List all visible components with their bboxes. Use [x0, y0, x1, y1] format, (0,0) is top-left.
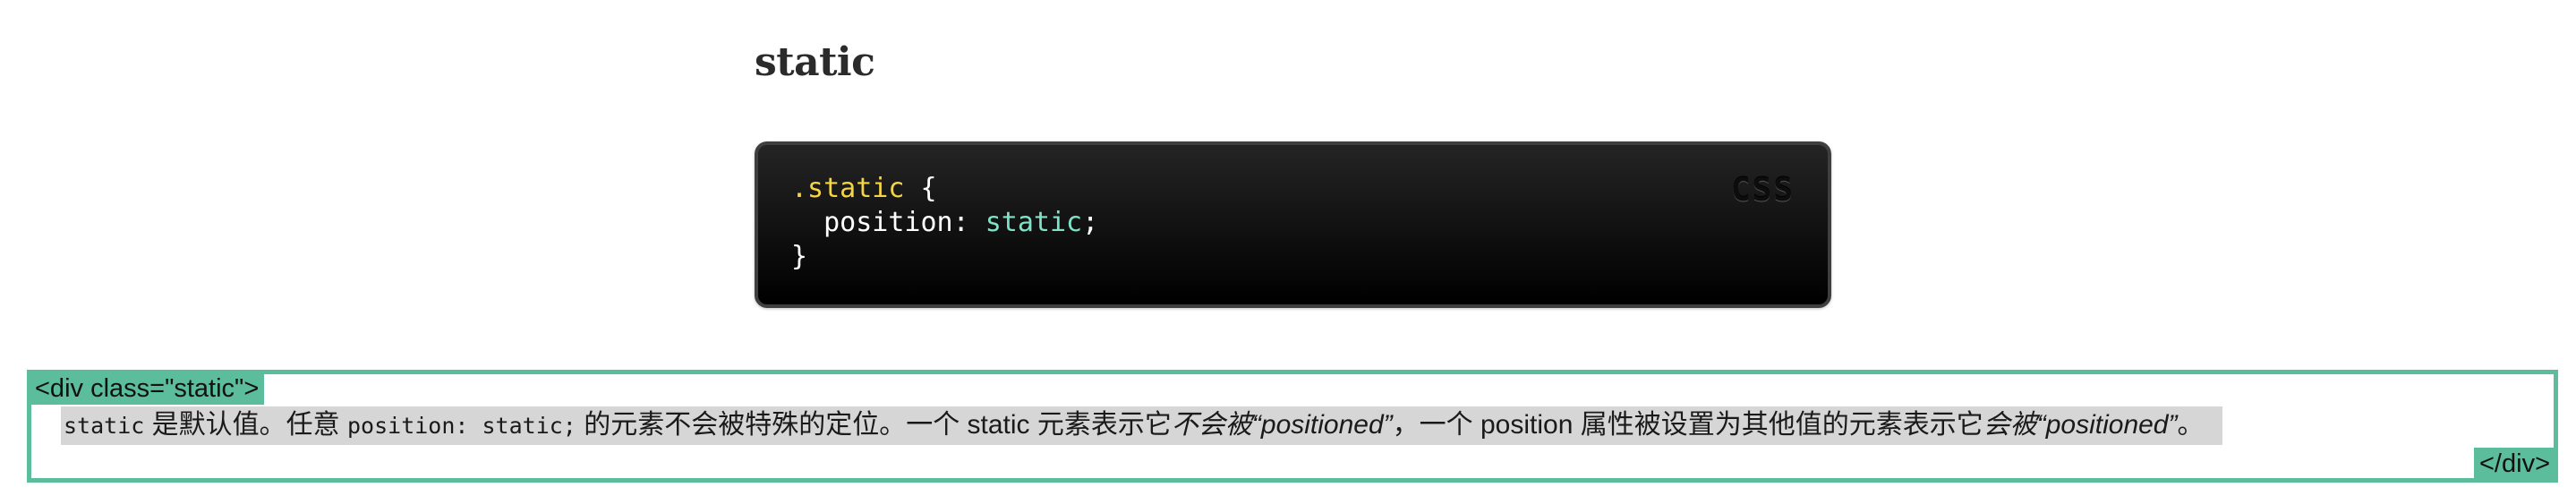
demo-emphasis: 不会被“positioned”	[1171, 410, 1393, 440]
code-open-brace: {	[904, 173, 937, 204]
open-tag-label: <div class="static">	[30, 372, 265, 405]
section-title: static	[755, 39, 875, 85]
inline-code-position: position: static;	[346, 413, 576, 439]
code-semicolon: ;	[1082, 207, 1099, 238]
code-close-brace: }	[791, 241, 808, 272]
code-lines: .static { position: static; }	[791, 172, 1098, 274]
css-code-block: .static { position: static; } CSS	[755, 141, 1831, 308]
code-value: static	[985, 207, 1083, 238]
demo-text-part: ，一个 position 属性被设置为其他值的元素表示它	[1392, 410, 1983, 440]
static-demo-box: <div class="static"> static 是默认值。任意 posi…	[27, 370, 2558, 483]
demo-text-part: 是默认值。任意	[144, 410, 347, 440]
demo-text-part: 的元素不会被特殊的定位。一个 static 元素表示它	[576, 410, 1172, 440]
code-selector: .static	[791, 173, 905, 204]
code-language-label: CSS	[1730, 172, 1795, 209]
close-tag-label: </div>	[2474, 448, 2555, 480]
code-property: position:	[823, 207, 985, 238]
demo-emphasis: 会被“positioned”	[1983, 410, 2178, 440]
demo-text-part: 。	[2177, 410, 2205, 440]
demo-paragraph: static 是默认值。任意 position: static; 的元素不会被特…	[61, 406, 2222, 445]
inline-code-static: static	[64, 413, 145, 439]
